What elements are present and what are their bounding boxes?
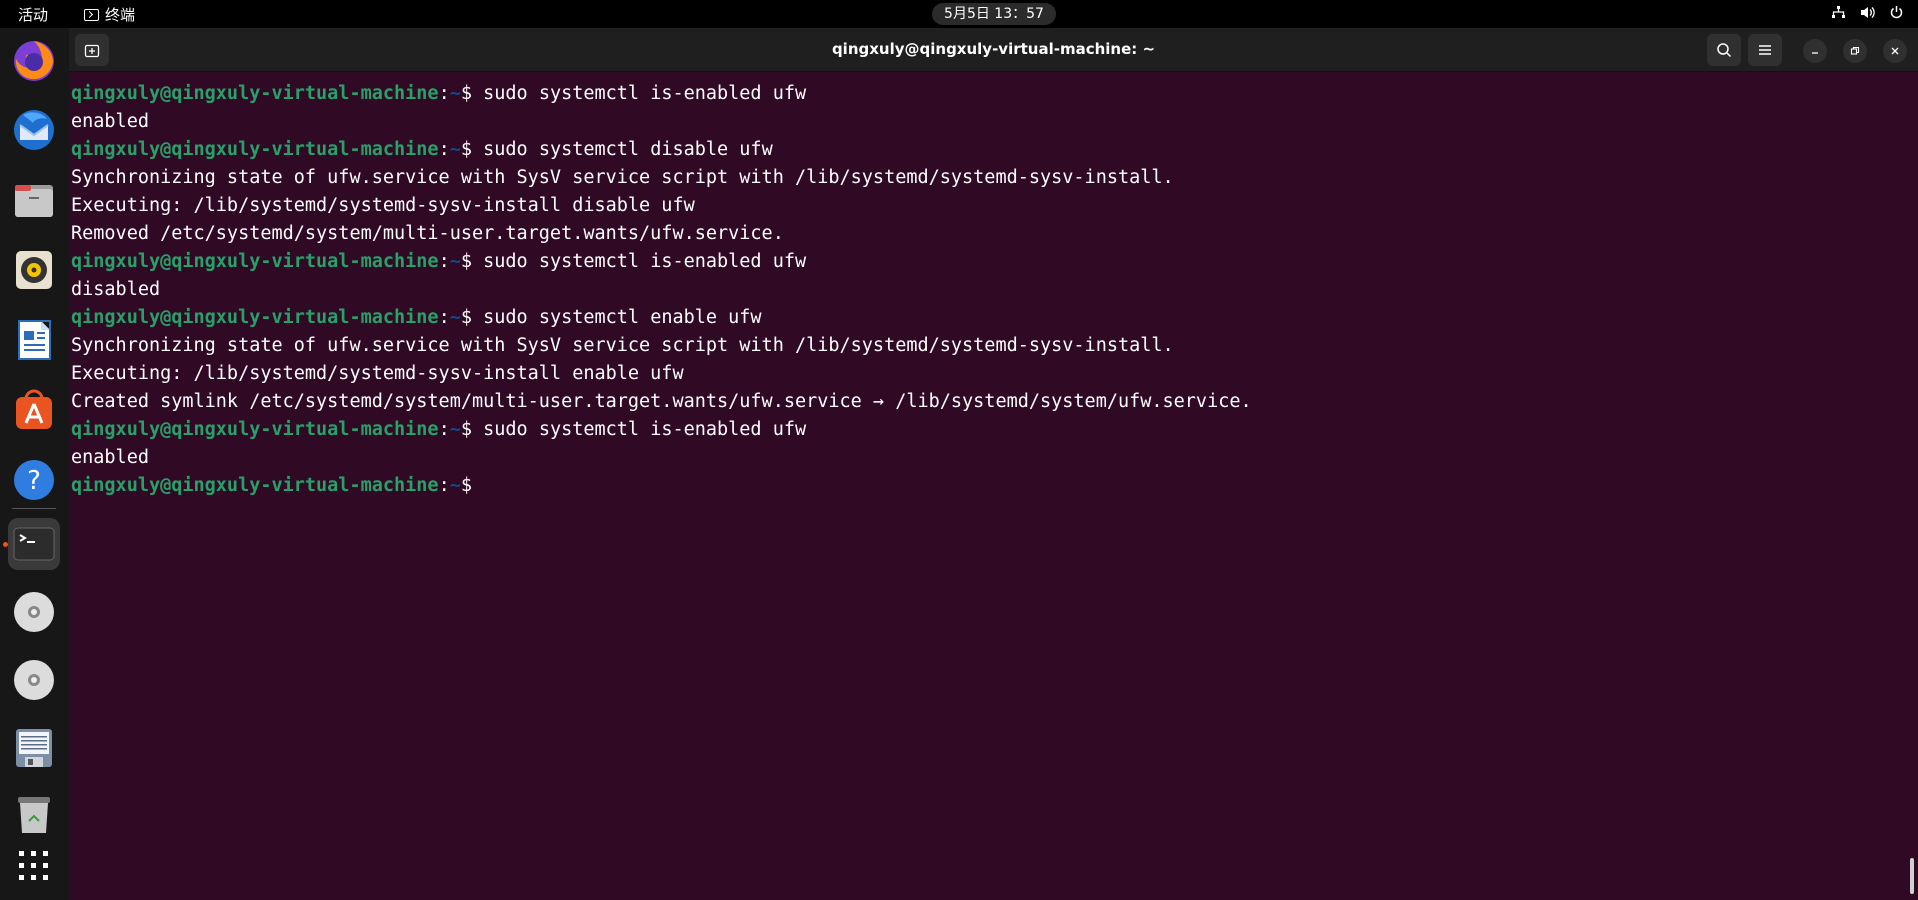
prompt-user-host: qingxuly@qingxuly-virtual-machine <box>71 475 439 496</box>
close-button[interactable] <box>1883 39 1907 63</box>
power-icon <box>1889 5 1904 20</box>
dock-thunderbird[interactable] <box>8 104 60 156</box>
prompt-line: qingxuly@qingxuly-virtual-machine:~$ sud… <box>71 80 1918 108</box>
prompt-colon: : <box>438 139 450 160</box>
prompt-symbol: $ <box>460 475 484 496</box>
dock-help[interactable]: ? <box>8 454 60 506</box>
dock-separator <box>12 508 56 509</box>
dock: ? <box>0 28 69 900</box>
prompt-colon: : <box>438 251 450 272</box>
system-tray[interactable] <box>1831 5 1904 20</box>
terminal-icon <box>13 527 55 561</box>
window-title: qingxuly@qingxuly-virtual-machine: ~ <box>831 40 1156 58</box>
disc-icon <box>14 660 54 700</box>
clock[interactable]: 5月5日 13：57 <box>932 3 1056 25</box>
prompt-path: ~ <box>449 419 461 440</box>
output-line: enabled <box>71 111 149 132</box>
search-button[interactable] <box>1707 34 1741 66</box>
dock-rhythmbox[interactable] <box>8 244 60 296</box>
minimize-icon <box>1812 52 1818 54</box>
disc-icon <box>14 592 54 632</box>
prompt-line: qingxuly@qingxuly-virtual-machine:~$ sud… <box>71 304 1918 332</box>
app-center-icon <box>16 389 52 429</box>
prompt-path: ~ <box>449 307 461 328</box>
app-name: 终端 <box>105 6 136 24</box>
prompt-line: qingxuly@qingxuly-virtual-machine:~$ sud… <box>71 248 1918 276</box>
prompt-colon: : <box>438 475 450 496</box>
dock-disc-2[interactable] <box>8 654 60 706</box>
hamburger-menu-icon <box>1759 45 1771 55</box>
output-line: Created symlink /etc/systemd/system/mult… <box>71 391 1252 412</box>
help-icon: ? <box>14 460 54 500</box>
prompt-path: ~ <box>449 83 461 104</box>
output-line: Synchronizing state of ufw.service with … <box>71 167 1174 188</box>
prompt-symbol: $ <box>460 251 484 272</box>
dock-app-center[interactable] <box>8 384 60 436</box>
terminal-window: qingxuly@qingxuly-virtual-machine: ~ qin… <box>69 28 1918 900</box>
prompt-user-host: qingxuly@qingxuly-virtual-machine <box>71 83 439 104</box>
prompt-user-host: qingxuly@qingxuly-virtual-machine <box>71 419 439 440</box>
dock-files[interactable] <box>8 174 60 226</box>
activities-button[interactable]: 活动 <box>18 4 48 25</box>
prompt-user-host: qingxuly@qingxuly-virtual-machine <box>71 251 439 272</box>
firefox-icon <box>14 41 54 81</box>
command-text: sudo systemctl is-enabled ufw <box>483 251 807 272</box>
prompt-line: qingxuly@qingxuly-virtual-machine:~$ sud… <box>71 416 1918 444</box>
header-bar: qingxuly@qingxuly-virtual-machine: ~ <box>69 28 1918 72</box>
files-icon <box>15 185 53 217</box>
minimize-button[interactable] <box>1803 39 1827 63</box>
prompt-symbol: $ <box>460 139 484 160</box>
terminal-icon <box>84 8 99 21</box>
svg-text:?: ? <box>27 466 41 496</box>
dock-terminal[interactable] <box>8 518 60 570</box>
command-text: sudo systemctl enable ufw <box>483 307 762 328</box>
prompt-symbol: $ <box>460 307 484 328</box>
top-bar: 活动 终端 5月5日 13：57 <box>0 0 1918 28</box>
output-line: enabled <box>71 447 149 468</box>
prompt-colon: : <box>438 307 450 328</box>
network-icon <box>1831 5 1846 20</box>
command-text: sudo systemctl is-enabled ufw <box>483 419 807 440</box>
output-line: Removed /etc/systemd/system/multi-user.t… <box>71 223 784 244</box>
search-icon <box>1717 43 1732 58</box>
restore-icon <box>1850 46 1860 55</box>
scrollbar[interactable] <box>1910 858 1914 894</box>
dock-firefox[interactable] <box>8 34 60 86</box>
output-line: disabled <box>71 279 161 300</box>
dock-show-apps[interactable] <box>8 840 60 892</box>
dock-text-editor[interactable] <box>8 722 60 774</box>
dock-disc-1[interactable] <box>8 586 60 638</box>
output-line: Executing: /lib/systemd/systemd-sysv-ins… <box>71 195 695 216</box>
prompt-path: ~ <box>449 139 461 160</box>
prompt-line: qingxuly@qingxuly-virtual-machine:~$ sud… <box>71 136 1918 164</box>
rhythmbox-icon <box>16 251 52 289</box>
prompt-user-host: qingxuly@qingxuly-virtual-machine <box>71 307 439 328</box>
volume-icon <box>1860 5 1875 20</box>
text-editor-icon <box>16 729 52 767</box>
libreoffice-writer-icon <box>18 320 51 360</box>
dock-writer[interactable] <box>8 314 60 366</box>
thunderbird-icon <box>14 110 54 150</box>
show-apps-icon <box>19 851 48 880</box>
prompt-line: qingxuly@qingxuly-virtual-machine:~$ <box>71 472 1918 500</box>
app-menu[interactable]: 终端 <box>84 4 135 25</box>
prompt-colon: : <box>438 419 450 440</box>
output-line: Executing: /lib/systemd/systemd-sysv-ins… <box>71 363 684 384</box>
dock-trash[interactable] <box>8 788 60 840</box>
restore-button[interactable] <box>1843 39 1867 63</box>
command-text: sudo systemctl is-enabled ufw <box>483 83 807 104</box>
terminal-output[interactable]: qingxuly@qingxuly-virtual-machine:~$ sud… <box>69 72 1918 900</box>
prompt-symbol: $ <box>460 419 484 440</box>
prompt-symbol: $ <box>460 83 484 104</box>
output-line: Synchronizing state of ufw.service with … <box>71 335 1174 356</box>
trash-icon <box>18 797 50 833</box>
prompt-user-host: qingxuly@qingxuly-virtual-machine <box>71 139 439 160</box>
prompt-path: ~ <box>449 475 461 496</box>
menu-button[interactable] <box>1748 34 1782 66</box>
command-text: sudo systemctl disable ufw <box>483 139 773 160</box>
prompt-colon: : <box>438 83 450 104</box>
prompt-path: ~ <box>449 251 461 272</box>
close-icon <box>1891 47 1899 55</box>
